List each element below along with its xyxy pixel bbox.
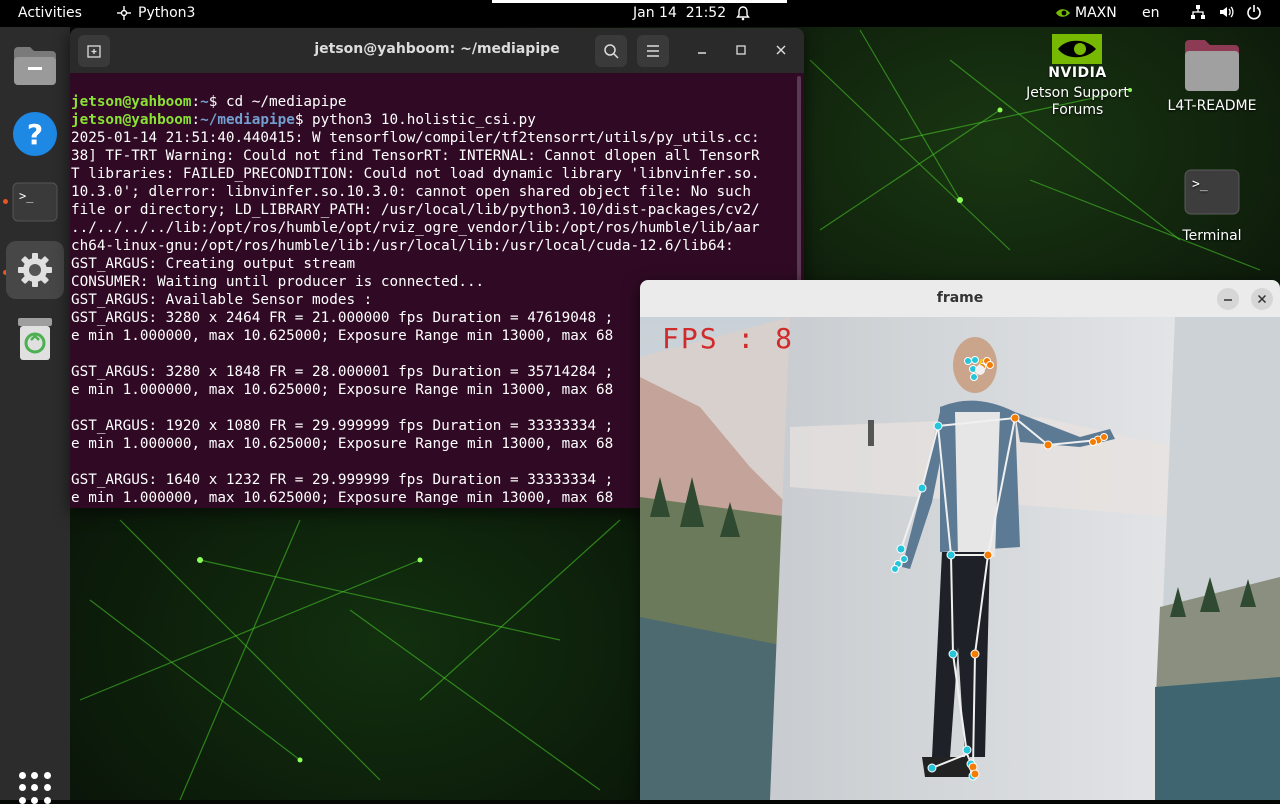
python-app-icon [117, 6, 131, 20]
close-icon [776, 45, 786, 55]
command-text: $ cd ~/mediapipe [208, 94, 347, 110]
svg-text:>_: >_ [1192, 177, 1208, 192]
nvidia-wordmark: NVIDIA [1048, 65, 1107, 81]
nvidia-icon: NVIDIA [1020, 34, 1135, 81]
output-line: 38] TF-TRT Warning: Could not find Tenso… [71, 148, 760, 164]
frame-minimize-button[interactable] [1217, 288, 1239, 310]
terminal-icon: >_ [12, 182, 58, 222]
volume-icon [1220, 6, 1234, 18]
camera-feed [640, 317, 1280, 800]
terminal-line: jetson@yahboom:~/mediapipe$ python3 10.h… [71, 112, 536, 128]
output-line: GST_ARGUS: Creating output stream [71, 256, 356, 272]
output-line: file or directory; LD_LIBRARY_PATH: /usr… [71, 202, 760, 218]
terminal-line: jetson@yahboom:~$ cd ~/mediapipe [71, 94, 347, 110]
output-line: ch64-linux-gnu:/opt/ros/humble/lib:/usr/… [71, 238, 734, 254]
close-icon [1257, 294, 1267, 304]
output-line: 10.3.0'; dlerror: libnvinfer.so.10.3.0: … [71, 184, 751, 200]
svg-text:?: ? [27, 118, 43, 151]
app-menu[interactable]: Python3 [116, 5, 195, 21]
svg-text:>_: >_ [19, 189, 34, 203]
top-bar: Activities Python3 Jan 14 21:52 MAXN en [0, 0, 1280, 27]
clock-date: Jan 14 [633, 5, 677, 21]
minimize-icon [698, 52, 706, 54]
trash-icon [18, 318, 52, 360]
frame-window[interactable]: frame FPS: 8 [640, 280, 1280, 800]
dock-files[interactable] [6, 37, 64, 95]
hamburger-icon [647, 45, 659, 57]
prompt-user: jetson@yahboom [71, 94, 192, 110]
maximize-icon [736, 45, 746, 55]
system-menu[interactable] [1190, 4, 1262, 20]
frame-close-button[interactable] [1251, 288, 1273, 310]
files-icon [14, 47, 56, 85]
gear-icon [18, 253, 52, 287]
desktop-icon-label: L4T-README [1167, 98, 1257, 114]
terminal-icon: >_ [1184, 169, 1240, 215]
desktop-icon-l4t-readme[interactable]: L4T-README [1160, 38, 1264, 114]
power-icon [1247, 5, 1261, 20]
power-mode-indicator[interactable]: MAXN [1055, 5, 1117, 21]
prompt-path: ~/mediapipe [200, 112, 295, 128]
dock: ? >_ [0, 27, 70, 804]
frame-title: frame [936, 290, 984, 306]
desktop-icon-label: Jetson Support Forums [1026, 85, 1129, 118]
maximize-button[interactable] [731, 40, 751, 60]
network-icon [1191, 5, 1205, 19]
help-icon: ? [13, 112, 57, 156]
activities-button[interactable]: Activities [18, 5, 82, 21]
prompt-user: jetson@yahboom [71, 112, 192, 128]
output-line: T libraries: FAILED_PRECONDITION: Could … [71, 166, 760, 182]
screen-recording-indicator [492, 0, 787, 3]
output-line: ../../../../lib:/opt/ros/humble/opt/rviz… [71, 220, 760, 236]
minimize-button[interactable] [692, 40, 712, 60]
menu-button[interactable] [637, 35, 669, 67]
desktop-icon-label: Terminal [1182, 228, 1242, 244]
search-icon [604, 44, 619, 59]
show-applications-icon[interactable] [19, 772, 51, 804]
power-mode-label: MAXN [1075, 5, 1117, 21]
folder-icon [1185, 40, 1239, 91]
search-button[interactable] [595, 35, 627, 67]
clock[interactable]: Jan 14 21:52 [633, 5, 726, 21]
clock-time: 21:52 [685, 5, 727, 21]
dock-help[interactable]: ? [6, 105, 64, 163]
nvidia-icon [1056, 9, 1070, 17]
terminal-header[interactable]: jetson@yahboom: ~/mediapipe [70, 28, 804, 73]
notification-bell-icon[interactable] [735, 5, 751, 25]
close-button[interactable] [771, 40, 791, 60]
dock-settings[interactable] [6, 241, 64, 299]
frame-header[interactable]: frame [640, 280, 1280, 317]
dock-trash[interactable] [6, 310, 64, 368]
desktop-icon-jetson-forums[interactable]: NVIDIA Jetson Support Forums [1020, 34, 1135, 119]
minimize-icon [1224, 299, 1232, 301]
prompt-path: ~ [200, 94, 209, 110]
dock-terminal[interactable]: >_ [6, 173, 64, 231]
fps-counter: FPS : 8 [662, 322, 795, 355]
output-line: 2025-01-14 21:51:40.440415: W tensorflow… [71, 130, 760, 146]
command-text: $ python3 10.holistic_csi.py [294, 112, 536, 128]
desktop-icon-terminal[interactable]: >_ Terminal [1160, 168, 1264, 244]
input-language[interactable]: en [1142, 5, 1160, 21]
app-name: Python3 [138, 5, 196, 21]
